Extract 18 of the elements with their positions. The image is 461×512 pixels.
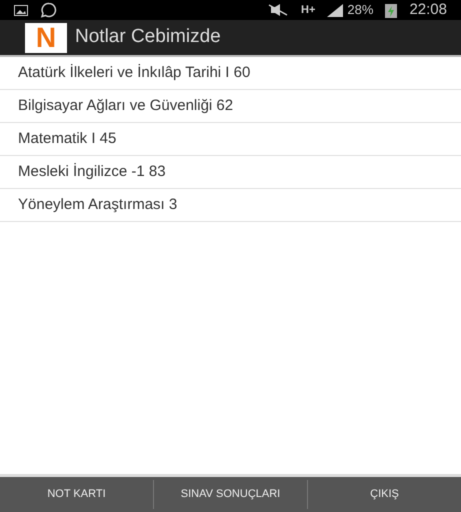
battery-percent: 28% [347,1,374,20]
list-item[interactable]: Atatürk İlkeleri ve İnkılâp Tarihi I 60 [0,57,461,90]
app-title: Notlar Cebimizde [75,25,221,50]
list-item[interactable]: Mesleki İngilizce -1 83 [0,156,461,189]
clock: 22:08 [409,0,447,20]
battery-charging-icon [385,2,398,18]
list-item[interactable]: Yöneylem Araştırması 3 [0,189,461,222]
app-logo: N [25,22,67,52]
list-item[interactable]: Bilgisayar Ağları ve Güvenliği 62 [0,90,461,123]
chat-bubble-icon [40,2,58,18]
tab-button[interactable]: NOT KARTI [43,480,110,509]
tab-button[interactable]: SINAV SONUÇLARI [176,480,284,509]
network-type: H+ [301,2,316,18]
list-item[interactable]: Matematik I 45 [0,123,461,156]
signal-icon [327,4,344,16]
picture-icon [14,4,28,16]
mute-icon [267,4,290,16]
tab-button[interactable]: ÇIKIŞ [366,480,403,509]
